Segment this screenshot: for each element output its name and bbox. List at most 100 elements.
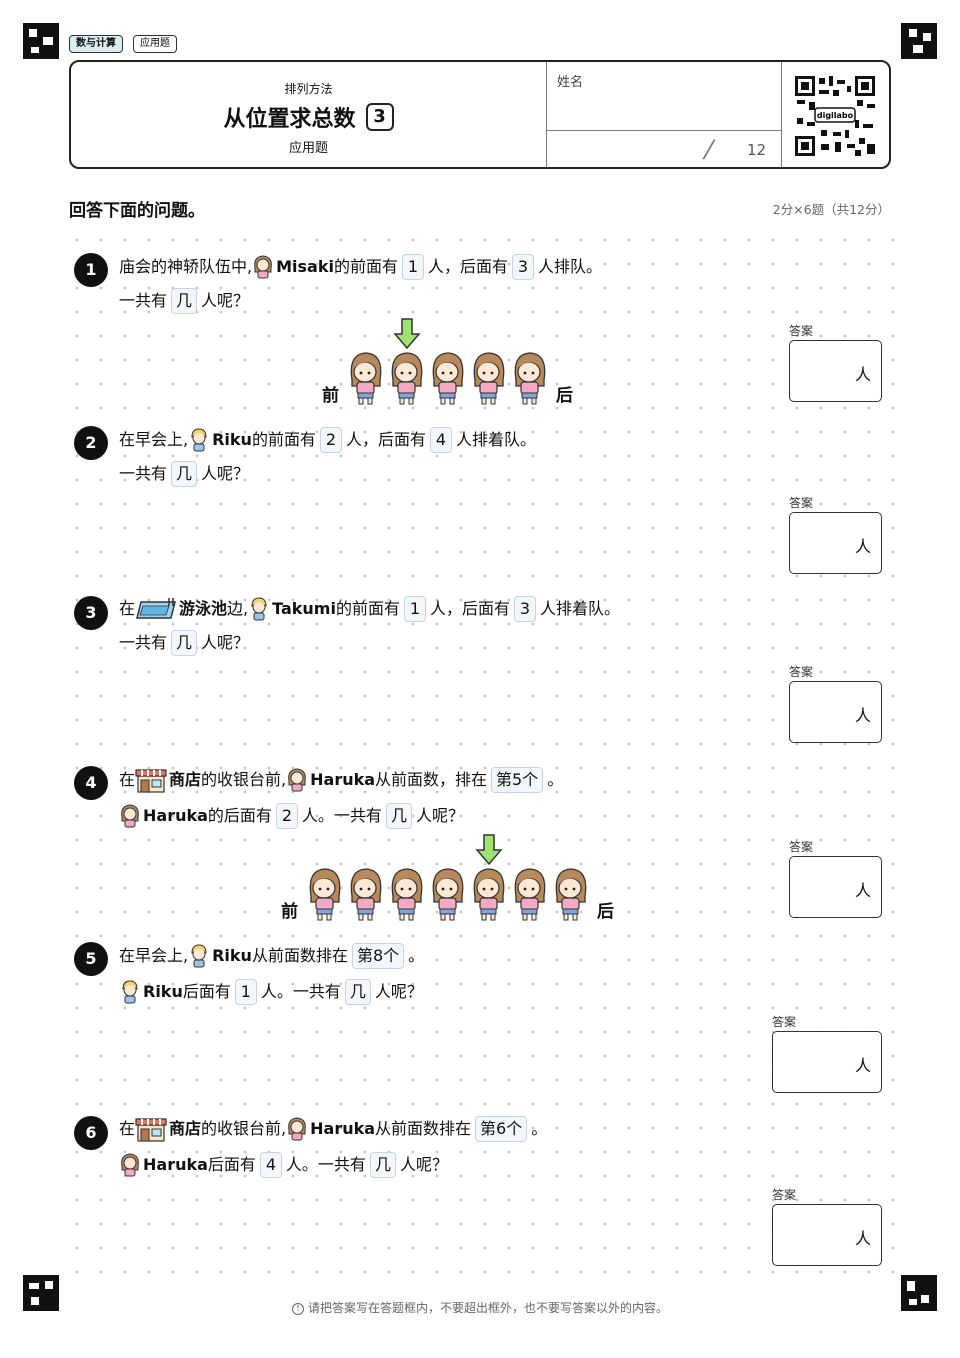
- girl-figure-icon: [391, 868, 422, 921]
- answer-box[interactable]: 人: [789, 681, 882, 743]
- person-name: Takumi: [272, 599, 336, 618]
- girl-queue: [304, 834, 591, 922]
- q2-text: 人，后面有: [345, 430, 426, 449]
- q5-text: 从前面数排在: [251, 946, 348, 965]
- q6-text: 后面有: [207, 1155, 256, 1174]
- score-slash: /: [701, 135, 717, 163]
- unit-label: 人: [854, 1229, 871, 1248]
- value-box: 3: [514, 596, 536, 622]
- q5-text: 人。一共有: [260, 982, 341, 1001]
- question-1-line-2: 一共有 几 人呢？: [119, 287, 249, 315]
- girl-figure-icon: [555, 868, 586, 921]
- score-total: 12: [747, 141, 767, 159]
- queue-illustration-q1: 前 后: [316, 318, 579, 406]
- down-arrow-icon: [474, 834, 503, 866]
- q3-text: 人排着队。: [540, 599, 621, 618]
- q4-text: 的后面有: [207, 806, 272, 825]
- q1-text: 庙会的神轿队伍中,: [119, 257, 253, 276]
- qr-code-icon: digilabo: [793, 74, 877, 158]
- q4-text: 人。一共有: [301, 806, 382, 825]
- person-name: Haruka: [143, 806, 208, 825]
- q1-text: 一共有: [119, 291, 168, 310]
- q2-text: 一共有: [119, 464, 168, 483]
- person-name: Haruka: [310, 770, 376, 789]
- score-field[interactable]: / 12: [547, 130, 781, 170]
- question-6-line-2: Haruka 后面有 4 人。一共有 几 人呢？: [119, 1151, 448, 1179]
- unit-label: 人: [854, 365, 871, 384]
- front-label: 前: [281, 902, 298, 922]
- person-name: Riku: [212, 430, 252, 449]
- value-box: 第8个: [351, 943, 405, 969]
- q3-text: 在: [119, 599, 136, 618]
- queue-person: [509, 834, 550, 922]
- answer-box[interactable]: 人: [789, 856, 882, 918]
- person-name: Riku: [212, 946, 252, 965]
- unit-label: 人: [854, 706, 871, 725]
- question-number: 3: [74, 596, 108, 630]
- girl-icon: [288, 768, 306, 792]
- girl-figure-icon: [432, 352, 463, 405]
- value-box: 3: [511, 254, 534, 280]
- q3-text: 的前面有: [335, 599, 400, 618]
- queue-person: [345, 834, 386, 922]
- queue-illustration-q4: 前 后: [275, 834, 620, 922]
- down-arrow-icon: [392, 318, 421, 350]
- question-number: 6: [74, 1116, 108, 1150]
- unknown-box: 几: [171, 461, 198, 487]
- question-number: 4: [74, 766, 108, 800]
- unknown-box: 几: [171, 630, 198, 656]
- title-text: 从位置求总数: [223, 107, 356, 132]
- girl-figure-icon: [391, 352, 422, 405]
- boy-icon: [191, 428, 207, 452]
- queue-person: [468, 318, 509, 406]
- girl-icon: [121, 804, 139, 828]
- question-2-line-1: 在早会上, Riku 的前面有 2 人，后面有 4 人排着队。: [119, 426, 536, 454]
- q1-text: 人，后面有: [427, 257, 508, 276]
- place-name: 商店: [169, 770, 202, 789]
- unknown-box: 几: [385, 803, 412, 829]
- q4-text: 。: [547, 770, 564, 789]
- name-field[interactable]: 姓名 / 12: [546, 62, 782, 167]
- question-1-line-1: 庙会的神轿队伍中, Misaki 的前面有 1 人，后面有 3 人排队。: [119, 253, 602, 281]
- shop-icon: [135, 1118, 167, 1142]
- girl-icon: [288, 1117, 306, 1141]
- worksheet-number: 3: [365, 103, 394, 131]
- target-person: [468, 834, 509, 922]
- front-label: 前: [322, 386, 339, 406]
- pool-icon: [136, 598, 176, 619]
- answer-box[interactable]: 人: [789, 340, 882, 402]
- q3-text: 一共有: [119, 633, 168, 652]
- value-box: 2: [319, 427, 342, 453]
- unit-label: 人: [854, 537, 871, 556]
- q6-text: 人呢？: [399, 1155, 448, 1174]
- answer-label: 答案: [772, 1015, 797, 1029]
- person-name: Misaki: [276, 257, 334, 276]
- answer-box[interactable]: 人: [789, 512, 882, 574]
- place-name: 商店: [169, 1119, 202, 1138]
- unknown-box: 几: [344, 979, 371, 1005]
- girl-figure-icon: [473, 868, 504, 921]
- question-4-line-1: 在 商店 的收银台前, Haruka 从前面数，排在 第5个 。: [119, 766, 563, 794]
- info-icon: !: [291, 1302, 304, 1315]
- q6-text: 人。一共有: [285, 1155, 366, 1174]
- queue-person: [386, 834, 427, 922]
- boy-icon: [191, 944, 207, 968]
- q2-text: 在早会上,: [119, 430, 189, 449]
- worksheet-kind: 应用题: [288, 141, 328, 156]
- girl-icon: [254, 255, 272, 279]
- value-box: 2: [275, 803, 298, 829]
- value-box: 1: [234, 979, 257, 1005]
- girl-figure-icon: [350, 868, 381, 921]
- value-box: 第5个: [491, 767, 544, 793]
- corner-marker-top-left: [23, 23, 59, 59]
- answer-box[interactable]: 人: [772, 1204, 882, 1266]
- unknown-box: 几: [171, 288, 198, 314]
- q5-text: 。: [408, 946, 425, 965]
- answer-box[interactable]: 人: [772, 1031, 882, 1093]
- queue-person: [427, 834, 468, 922]
- back-label: 后: [556, 386, 573, 406]
- q3-text: 人呢？: [201, 633, 250, 652]
- queue-person: [550, 834, 591, 922]
- girl-queue: [345, 318, 550, 406]
- girl-figure-icon: [309, 868, 340, 921]
